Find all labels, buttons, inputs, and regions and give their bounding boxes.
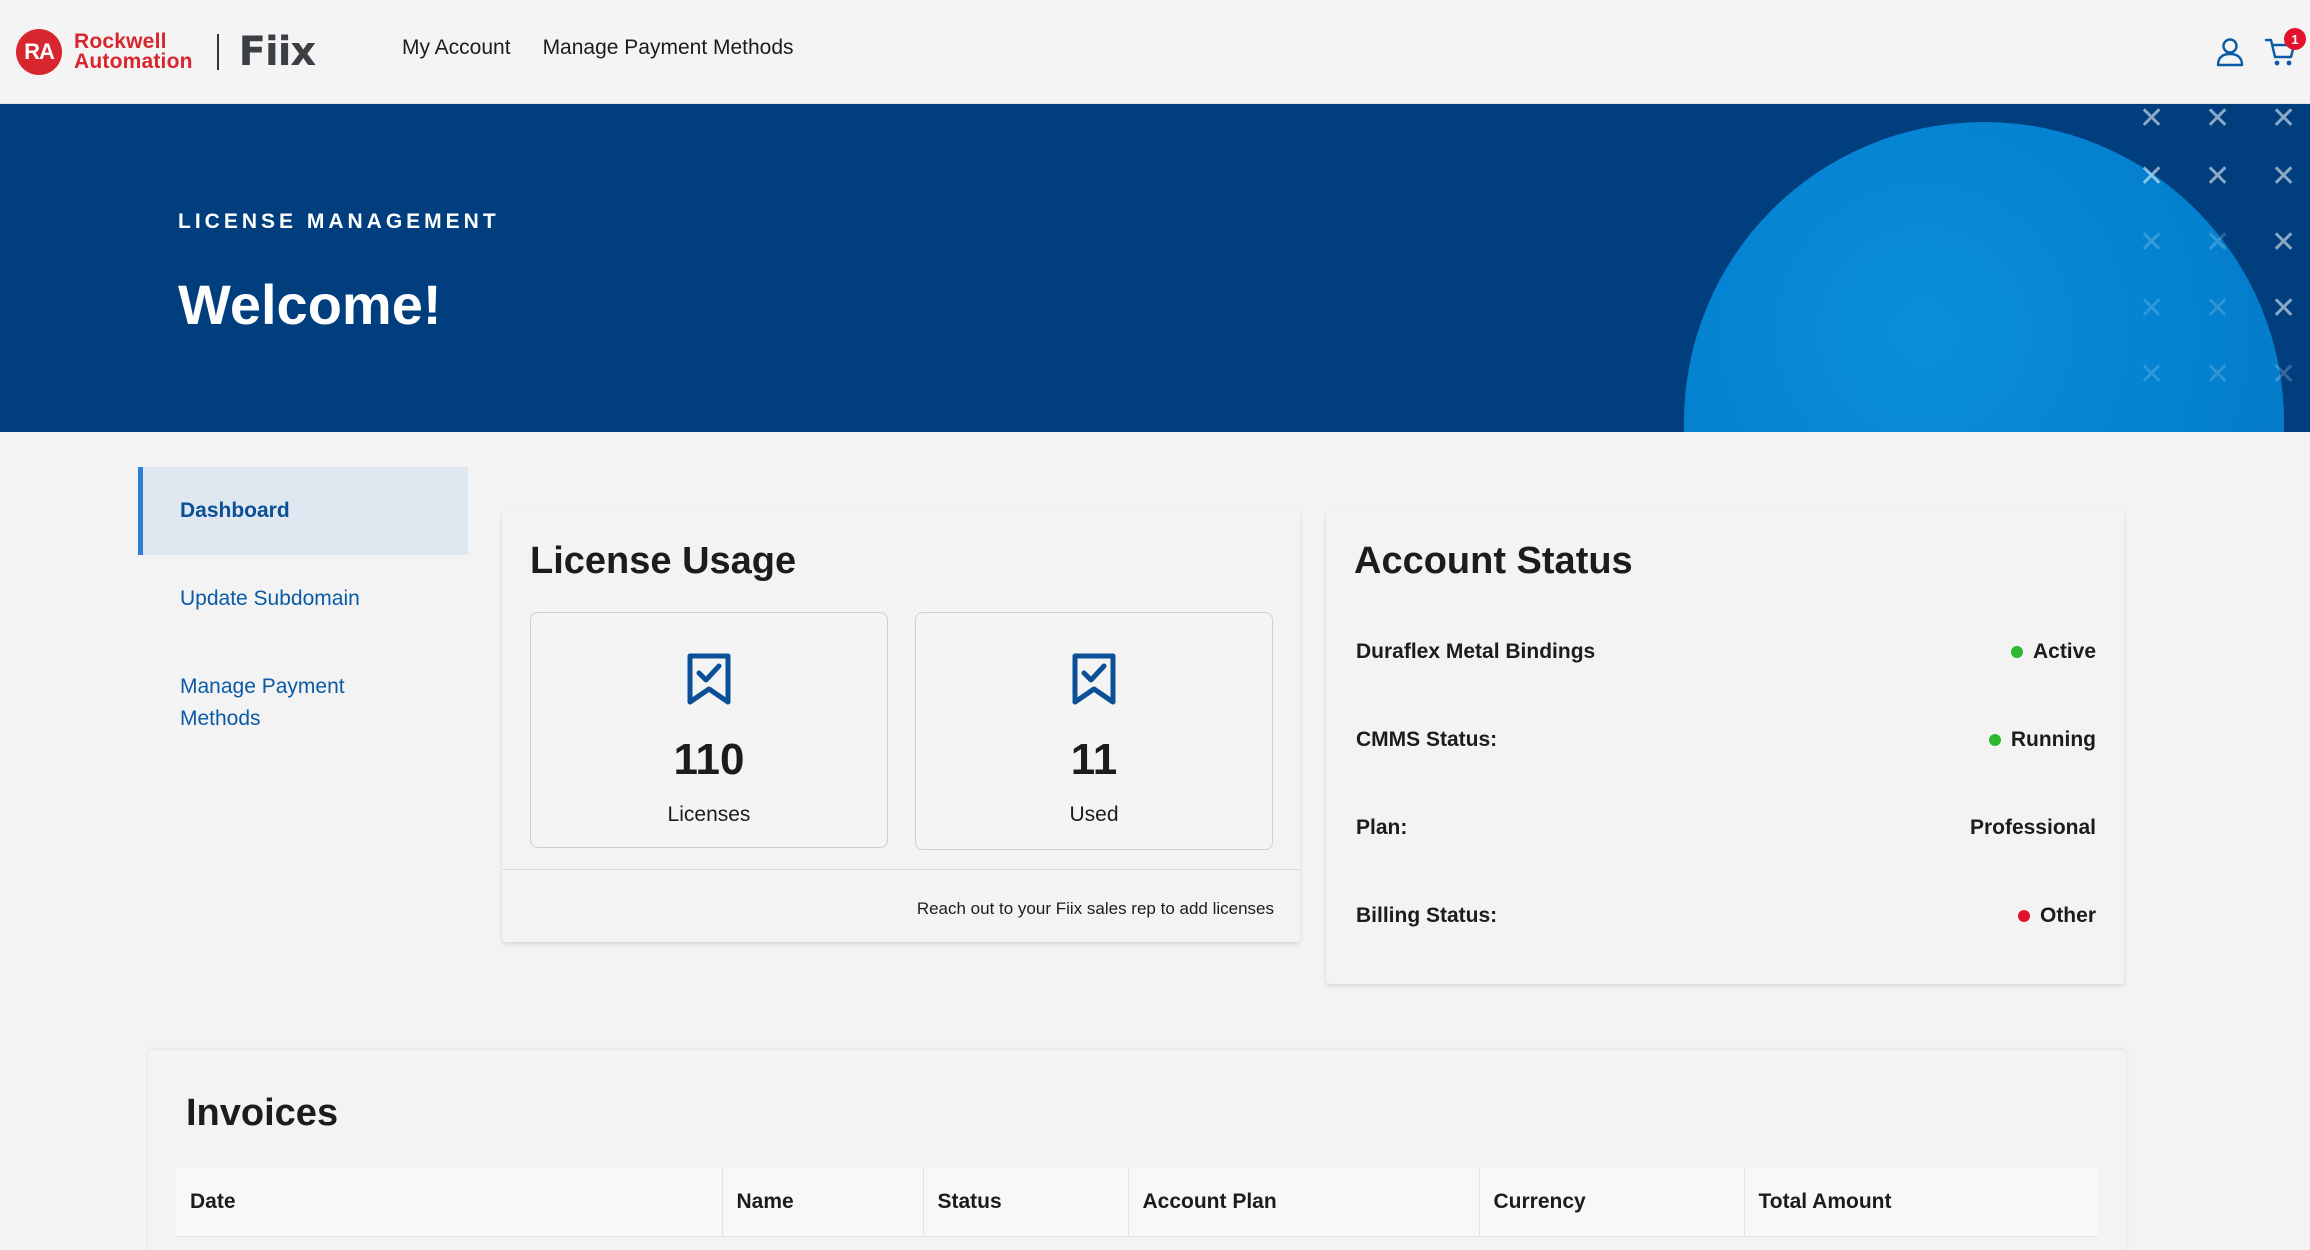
column-header-account-plan[interactable]: Account Plan — [1128, 1168, 1480, 1237]
fiix-logo: Fiix — [238, 29, 317, 75]
hero-x-pattern-icon: ✕ — [2271, 226, 2297, 259]
status-row-account: Duraflex Metal Bindings Active — [1356, 640, 2096, 664]
license-usage-title: License Usage — [530, 540, 797, 582]
hero-x-pattern-icon: ✕ — [2139, 226, 2165, 259]
status-value: Running — [1988, 728, 2096, 752]
hero-x-pattern-icon: ✕ — [2205, 358, 2231, 391]
account-status-card: Account Status Duraflex Metal Bindings A… — [1326, 512, 2124, 984]
sidebar: Dashboard Update Subdomain Manage Paymen… — [138, 467, 468, 735]
status-value-text: Other — [2039, 904, 2096, 927]
bookmark-check-icon — [687, 653, 731, 705]
status-label: Billing Status: — [1356, 904, 1498, 927]
licenses-stat: 110 Licenses — [530, 612, 888, 848]
status-value-text: Professional — [1969, 816, 2096, 839]
hero-x-pattern-icon: ✕ — [2271, 358, 2297, 391]
hero-x-pattern-icon: ✕ — [2205, 292, 2231, 325]
hero-x-pattern-icon: ✕ — [2139, 160, 2165, 193]
status-dot-icon — [2017, 910, 2030, 922]
licenses-count: 110 — [673, 735, 745, 784]
status-label: CMMS Status: — [1356, 728, 1498, 751]
brand-logo[interactable]: RA Rockwell Automation Fiix — [16, 26, 317, 78]
status-value: Professional — [1970, 816, 2096, 840]
hero-kicker: LICENSE MANAGEMENT — [178, 210, 500, 233]
sidebar-item-manage-payment-methods[interactable]: Manage Payment Methods — [138, 671, 388, 735]
status-value-text: Active — [2032, 640, 2096, 663]
hero-x-pattern-icon: ✕ — [2139, 104, 2165, 135]
brand-divider — [216, 34, 219, 70]
rockwell-badge-icon: RA — [16, 29, 62, 75]
rockwell-wordmark-line1: Rockwell — [74, 30, 167, 53]
page-title: Welcome! — [178, 273, 442, 336]
top-nav: My Account Manage Payment Methods — [402, 36, 794, 60]
licenses-label: Licenses — [667, 803, 751, 826]
status-label: Plan: — [1356, 816, 1408, 839]
sidebar-item-update-subdomain[interactable]: Update Subdomain — [138, 583, 468, 615]
hero-x-pattern-icon: ✕ — [2139, 358, 2165, 391]
user-icon[interactable] — [2214, 36, 2246, 68]
account-status-title: Account Status — [1354, 540, 1633, 582]
license-usage-card: License Usage 110 Licenses 11 Used Reach… — [502, 512, 1300, 942]
column-header-status[interactable]: Status — [923, 1168, 1129, 1237]
invoices-section: Invoices Date Name Status Account Plan C… — [148, 1050, 2126, 1250]
status-row-plan: Plan: Professional — [1356, 816, 2096, 840]
status-dot-icon — [1988, 734, 2001, 746]
hero-x-pattern-icon: ✕ — [2205, 104, 2231, 135]
column-header-name[interactable]: Name — [722, 1168, 924, 1237]
hero-x-pattern-icon: ✕ — [2271, 292, 2297, 325]
add-licenses-note: Reach out to your Fiix sales rep to add … — [916, 899, 1274, 918]
column-header-total-amount[interactable]: Total Amount — [1744, 1168, 2098, 1237]
column-header-currency[interactable]: Currency — [1479, 1168, 1745, 1237]
invoices-header-row: Date Name Status Account Plan Currency T… — [176, 1168, 2098, 1237]
rockwell-wordmark: Rockwell Automation — [74, 30, 193, 73]
header-actions: 1 — [2170, 28, 2310, 74]
bookmark-check-icon — [1072, 653, 1116, 705]
status-row-billing: Billing Status: Other — [1356, 904, 2096, 928]
cart-count-badge: 1 — [2284, 28, 2306, 50]
nav-my-account[interactable]: My Account — [402, 36, 511, 60]
rockwell-wordmark-line2: Automation — [74, 50, 193, 73]
sidebar-item-dashboard[interactable]: Dashboard — [138, 467, 468, 555]
status-dot-icon — [2010, 646, 2023, 658]
hero-x-pattern-icon: ✕ — [2271, 160, 2297, 193]
column-header-date[interactable]: Date — [176, 1168, 723, 1237]
top-bar: RA Rockwell Automation Fiix My Account M… — [0, 0, 2310, 104]
usage-divider — [502, 869, 1300, 870]
status-label: Duraflex Metal Bindings — [1356, 640, 1596, 663]
nav-manage-payment-methods[interactable]: Manage Payment Methods — [543, 36, 794, 60]
hero-x-pattern-icon: ✕ — [2139, 292, 2165, 325]
status-value-text: Running — [2010, 728, 2096, 751]
hero-x-pattern-icon: ✕ — [2205, 160, 2231, 193]
status-value: Other — [2017, 904, 2096, 928]
hero-x-pattern-icon: ✕ — [2271, 104, 2297, 135]
invoices-title: Invoices — [186, 1092, 339, 1134]
used-count: 11 — [1070, 735, 1118, 784]
status-value: Active — [2010, 640, 2096, 664]
hero-decorative-circle — [1684, 122, 2284, 432]
used-stat: 11 Used — [915, 612, 1273, 850]
invoices-table: Date Name Status Account Plan Currency T… — [176, 1168, 2098, 1237]
hero-banner: ✕ ✕ ✕ ✕ ✕ ✕ ✕ ✕ ✕ ✕ ✕ ✕ ✕ ✕ ✕ LICENSE MA… — [0, 104, 2310, 432]
status-row-cmms: CMMS Status: Running — [1356, 728, 2096, 752]
used-label: Used — [1069, 803, 1119, 826]
hero-x-pattern-icon: ✕ — [2205, 226, 2231, 259]
